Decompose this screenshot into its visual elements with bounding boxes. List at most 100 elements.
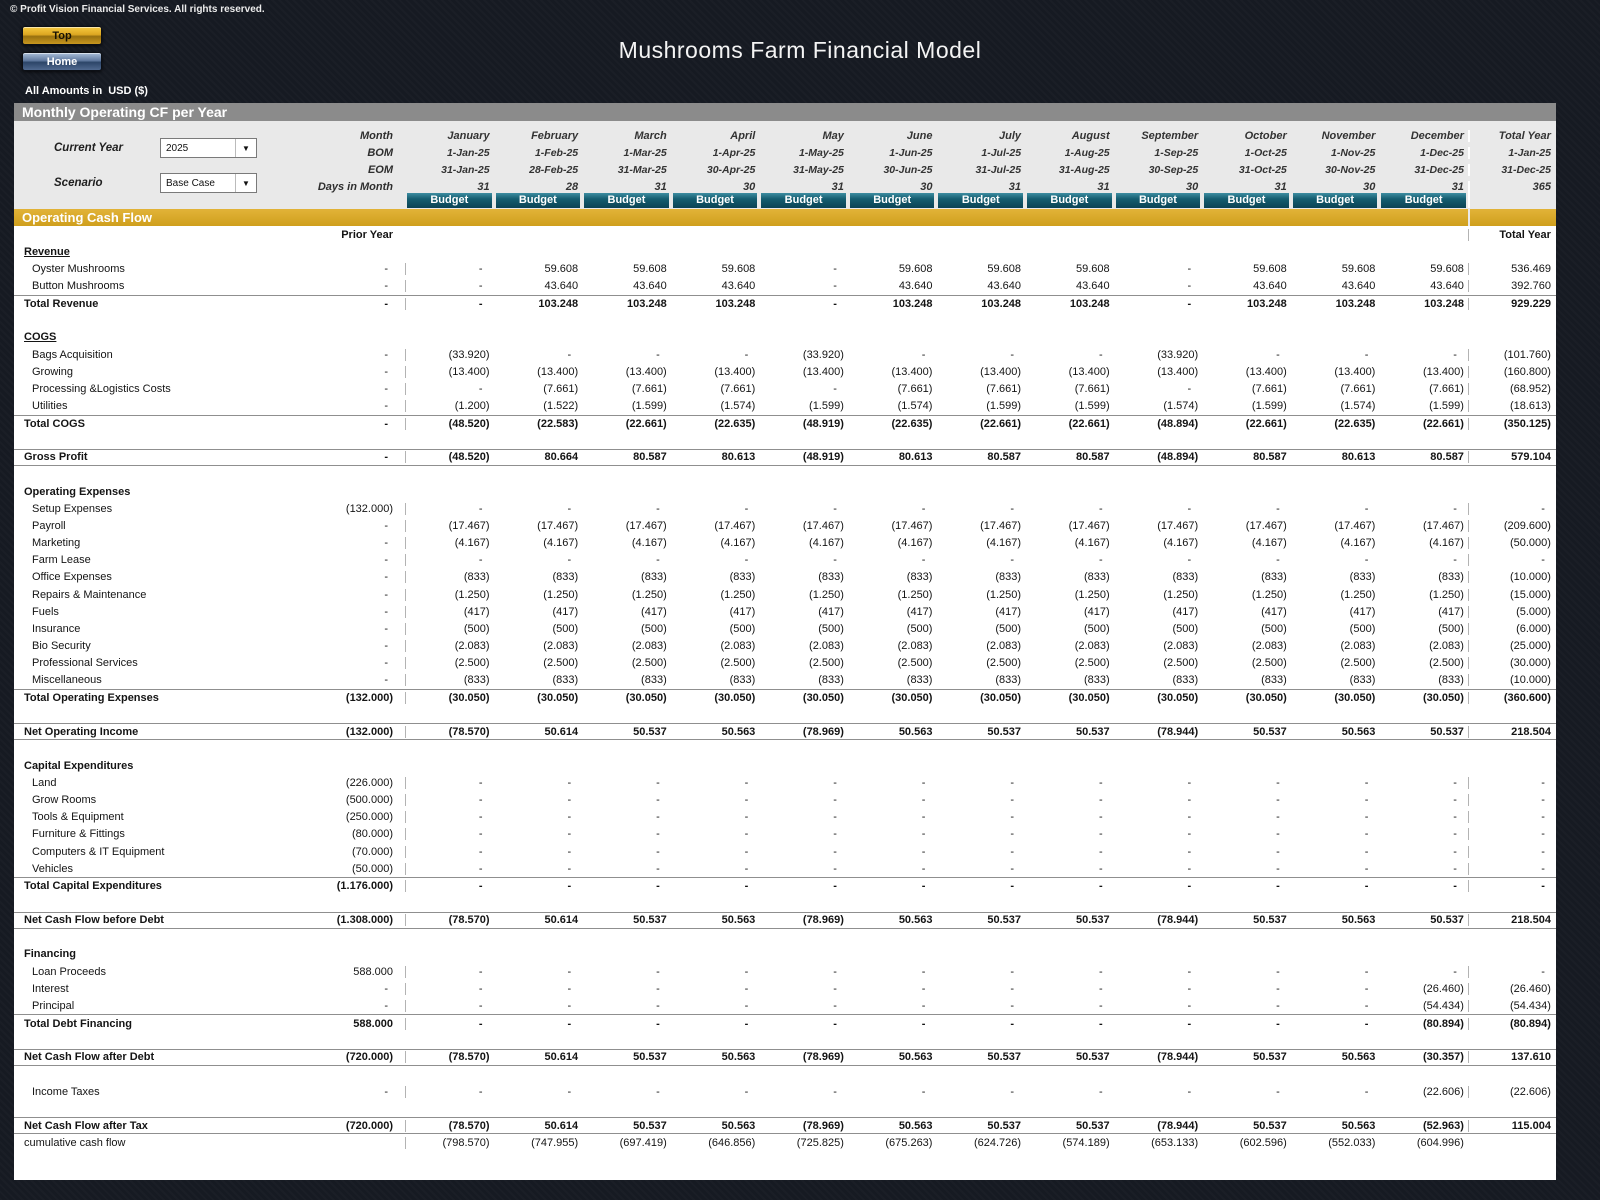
cell-prior-year[interactable]: - — [334, 400, 405, 412]
cell-month[interactable]: - — [671, 846, 760, 858]
cell-month[interactable]: (48.520) — [405, 451, 494, 463]
cell-prior-year[interactable]: (720.000) — [334, 1051, 405, 1063]
cell-month[interactable]: - — [1291, 983, 1380, 995]
cell-month[interactable]: - — [936, 1000, 1025, 1012]
cell-month[interactable]: (1.599) — [582, 400, 671, 412]
cell-month[interactable]: - — [582, 794, 671, 806]
cell-total-year[interactable]: (10.000) — [1468, 571, 1556, 583]
cell-month[interactable]: (500) — [1114, 623, 1203, 635]
cell-month[interactable]: 50.563 — [671, 914, 760, 926]
cell-month[interactable]: - — [759, 846, 848, 858]
cell-total-year[interactable]: (350.125) — [1468, 418, 1556, 430]
cell-month[interactable]: - — [405, 554, 494, 566]
cell-month[interactable]: - — [582, 1000, 671, 1012]
cell-month[interactable]: (78.969) — [759, 1051, 848, 1063]
cell-month[interactable]: - — [848, 966, 937, 978]
cell-month[interactable]: - — [759, 966, 848, 978]
cell-month[interactable]: (2.500) — [848, 657, 937, 669]
cell-month[interactable]: 50.537 — [1202, 914, 1291, 926]
cell-month[interactable]: (78.944) — [1114, 1051, 1203, 1063]
cell-month[interactable]: 103.248 — [1202, 298, 1291, 310]
cell-month[interactable]: - — [1291, 794, 1380, 806]
cell-month[interactable]: (1.250) — [671, 589, 760, 601]
cell-total-year[interactable]: (25.000) — [1468, 640, 1556, 652]
cell-month[interactable]: - — [405, 880, 494, 892]
cell-month[interactable]: - — [494, 1018, 583, 1030]
cell-month[interactable]: - — [1114, 554, 1203, 566]
cell-month[interactable]: (500) — [936, 623, 1025, 635]
cell-month[interactable]: 103.248 — [1291, 298, 1380, 310]
cell-prior-year[interactable]: - — [334, 418, 405, 430]
cell-month[interactable]: (48.919) — [759, 451, 848, 463]
cell-month[interactable]: (2.500) — [936, 657, 1025, 669]
cell-month[interactable]: 59.608 — [936, 263, 1025, 275]
cell-month[interactable]: - — [1202, 983, 1291, 995]
cell-month[interactable]: - — [405, 983, 494, 995]
cell-month[interactable]: (22.635) — [671, 418, 760, 430]
cell-prior-year[interactable]: - — [334, 520, 405, 532]
cell-month[interactable]: (417) — [759, 606, 848, 618]
cell-month[interactable]: - — [936, 811, 1025, 823]
cell-month[interactable]: (417) — [1025, 606, 1114, 618]
cell-month[interactable]: 59.608 — [1025, 263, 1114, 275]
cell-prior-year[interactable]: (500.000) — [334, 794, 405, 806]
cell-month[interactable]: - — [1114, 794, 1203, 806]
cell-month[interactable]: - — [671, 1018, 760, 1030]
cell-month[interactable]: (500) — [582, 623, 671, 635]
cell-month[interactable]: - — [936, 777, 1025, 789]
cell-month[interactable]: (30.050) — [848, 692, 937, 704]
cell-total-year[interactable]: - — [1468, 503, 1556, 515]
cell-month[interactable]: - — [405, 863, 494, 875]
cell-month[interactable]: - — [848, 503, 937, 515]
cell-prior-year[interactable]: - — [334, 589, 405, 601]
cell-month[interactable]: (78.570) — [405, 1120, 494, 1132]
cell-month[interactable]: (833) — [759, 571, 848, 583]
cell-month[interactable]: (4.167) — [582, 537, 671, 549]
cell-month[interactable]: - — [1291, 777, 1380, 789]
cell-month[interactable]: (78.570) — [405, 1051, 494, 1063]
cell-month[interactable]: (833) — [582, 571, 671, 583]
cell-month[interactable]: (833) — [582, 674, 671, 686]
cell-month[interactable]: - — [1114, 828, 1203, 840]
cell-month[interactable]: (500) — [405, 623, 494, 635]
cell-month[interactable]: (417) — [1379, 606, 1468, 618]
cell-month[interactable]: 50.537 — [582, 1120, 671, 1132]
cell-month[interactable]: - — [1291, 503, 1380, 515]
cell-month[interactable]: - — [936, 863, 1025, 875]
cell-prior-year[interactable]: - — [334, 349, 405, 361]
cell-month[interactable]: - — [1025, 777, 1114, 789]
cell-month[interactable]: (833) — [671, 674, 760, 686]
cell-month[interactable]: 50.537 — [936, 726, 1025, 738]
cell-month[interactable]: (17.467) — [1202, 520, 1291, 532]
cell-month[interactable]: 80.613 — [671, 451, 760, 463]
cell-month[interactable]: - — [1025, 1086, 1114, 1098]
cell-month[interactable]: (22.661) — [1202, 418, 1291, 430]
cell-total-year[interactable]: (101.760) — [1468, 349, 1556, 361]
cell-prior-year[interactable]: (50.000) — [334, 863, 405, 875]
cell-month[interactable]: (2.083) — [405, 640, 494, 652]
cell-month[interactable]: - — [1025, 349, 1114, 361]
cell-month[interactable]: (500) — [1202, 623, 1291, 635]
cell-month[interactable]: (4.167) — [494, 537, 583, 549]
cell-month[interactable]: - — [759, 263, 848, 275]
cell-total-year[interactable]: - — [1468, 863, 1556, 875]
cell-month[interactable]: - — [848, 1000, 937, 1012]
cell-total-year[interactable]: 137.610 — [1468, 1051, 1556, 1063]
cell-month[interactable]: - — [1379, 777, 1468, 789]
cell-month[interactable]: (52.963) — [1379, 1120, 1468, 1132]
cell-month[interactable]: - — [848, 983, 937, 995]
cell-month[interactable]: - — [1291, 863, 1380, 875]
cell-month[interactable]: - — [848, 349, 937, 361]
cell-month[interactable]: - — [759, 811, 848, 823]
cell-month[interactable]: (30.050) — [1202, 692, 1291, 704]
cell-month[interactable]: (2.500) — [582, 657, 671, 669]
cell-month[interactable]: - — [1114, 1086, 1203, 1098]
cell-month[interactable]: - — [1114, 966, 1203, 978]
cell-month[interactable]: - — [494, 1000, 583, 1012]
cell-month[interactable]: (13.400) — [1202, 366, 1291, 378]
cell-month[interactable]: (4.167) — [1291, 537, 1380, 549]
cell-month[interactable]: - — [1379, 863, 1468, 875]
cell-month[interactable]: (833) — [1114, 674, 1203, 686]
cell-month[interactable]: 43.640 — [1202, 280, 1291, 292]
cell-month[interactable]: (33.920) — [1114, 349, 1203, 361]
